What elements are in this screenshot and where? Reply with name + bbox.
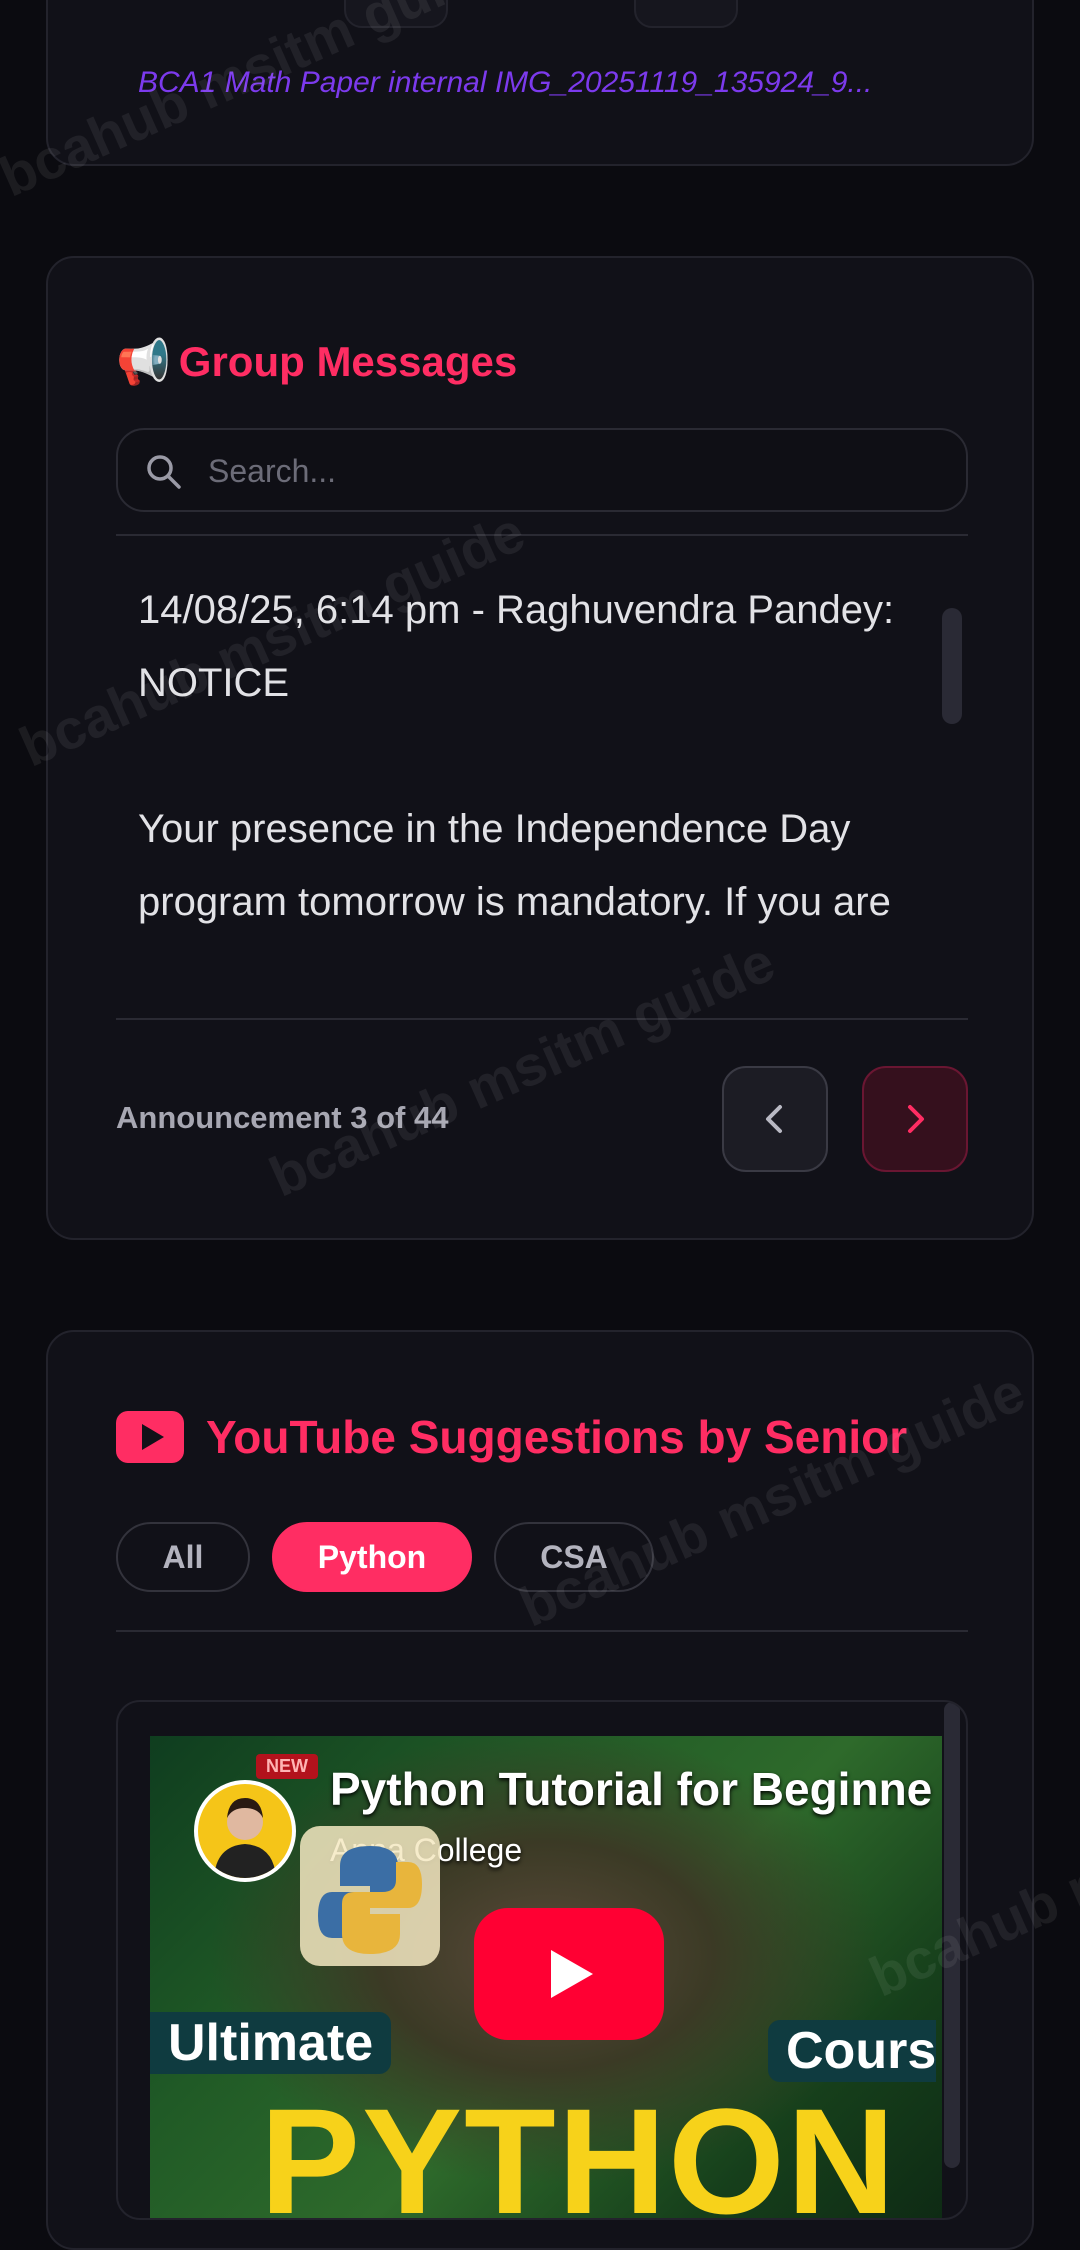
- video-list-scrollbar[interactable]: [944, 1702, 960, 2168]
- video-thumbnail[interactable]: NEW Python Tutorial for Beginne Apna Col…: [150, 1736, 942, 2220]
- play-button[interactable]: [474, 1908, 664, 2040]
- group-messages-title: Group Messages: [178, 338, 518, 385]
- chip-all[interactable]: All: [116, 1522, 250, 1592]
- search-icon: [147, 455, 181, 489]
- filter-chips: All Python CSA: [116, 1522, 654, 1592]
- message-scroll-area[interactable]: 14/08/25, 6:14 pm - Raghuvendra Pandey: …: [116, 548, 968, 938]
- file-action-button[interactable]: [344, 0, 448, 28]
- youtube-card: YouTube Suggestions by Senior All Python…: [46, 1330, 1034, 2250]
- search-box[interactable]: [116, 428, 968, 512]
- file-action-button[interactable]: [634, 0, 738, 28]
- python-logo-icon: [300, 1826, 440, 1966]
- thumbnail-text-python: PYTHON: [260, 2077, 898, 2220]
- divider: [116, 1018, 968, 1020]
- youtube-icon: [116, 1411, 184, 1463]
- search-input[interactable]: [206, 440, 930, 502]
- previous-button[interactable]: [722, 1066, 828, 1172]
- avatar-icon: [214, 1798, 276, 1878]
- announcement-counter: Announcement 3 of 44: [116, 1100, 449, 1135]
- megaphone-icon: 📢: [116, 338, 171, 387]
- video-title[interactable]: Python Tutorial for Beginne: [330, 1762, 932, 1816]
- file-link[interactable]: BCA1 Math Paper internal IMG_20251119_13…: [138, 66, 872, 100]
- youtube-title: YouTube Suggestions by Senior: [206, 1411, 908, 1463]
- next-button[interactable]: [862, 1066, 968, 1172]
- chip-csa[interactable]: CSA: [494, 1522, 654, 1592]
- youtube-title-row: YouTube Suggestions by Senior: [116, 1410, 907, 1464]
- divider: [116, 1630, 968, 1632]
- video-list[interactable]: NEW Python Tutorial for Beginne Apna Col…: [116, 1700, 968, 2220]
- new-badge: NEW: [256, 1754, 318, 1779]
- divider: [116, 534, 968, 536]
- group-messages-title-row: 📢 Group Messages: [116, 336, 517, 388]
- thumbnail-text-course: Cours: [768, 2020, 937, 2082]
- file-card: BCA1 Math Paper internal IMG_20251119_13…: [46, 0, 1034, 166]
- message-text: 14/08/25, 6:14 pm - Raghuvendra Pandey: …: [138, 588, 895, 924]
- channel-avatar[interactable]: [194, 1780, 296, 1882]
- thumbnail-text-ultimate: Ultimate: [150, 2012, 392, 2074]
- message-scrollbar[interactable]: [942, 608, 962, 724]
- group-messages-card: 📢 Group Messages 14/08/25, 6:14 pm - Rag…: [46, 256, 1034, 1240]
- chevron-left-icon: [766, 1105, 782, 1133]
- chip-python[interactable]: Python: [272, 1522, 472, 1592]
- play-icon: [551, 1950, 593, 1998]
- chevron-right-icon: [908, 1105, 924, 1133]
